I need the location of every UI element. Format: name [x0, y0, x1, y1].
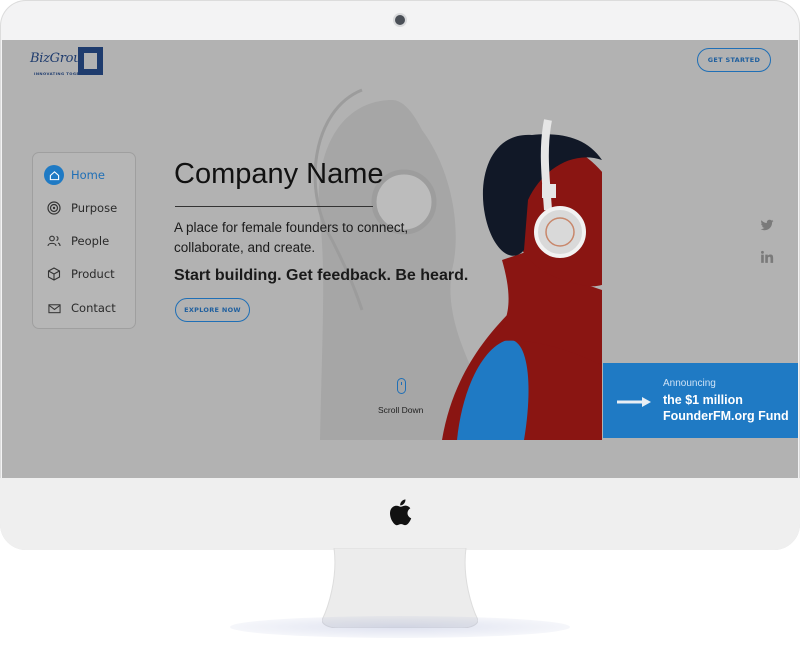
nav-label-contact: Contact — [71, 301, 116, 315]
website-screen: BizGroup INNOVATING TOGETHER GET STARTED — [2, 40, 798, 478]
announcement-headline: the $1 million FounderFM.org Fund — [663, 392, 793, 424]
nav-label-home: Home — [71, 168, 105, 182]
nav-item-product[interactable]: Product — [44, 263, 115, 285]
announcement-line-1: the $1 million — [663, 393, 743, 407]
monitor-frame: BizGroup INNOVATING TOGETHER GET STARTED — [0, 0, 800, 550]
nav-label-purpose: Purpose — [71, 201, 118, 215]
page-title: Company Name — [174, 158, 384, 190]
get-started-button[interactable]: GET STARTED — [697, 48, 771, 72]
nav-item-home[interactable]: Home — [44, 164, 105, 186]
hero-tagline: Start building. Get feedback. Be heard. — [174, 267, 469, 284]
nav-item-contact[interactable]: Contact — [44, 297, 116, 319]
nav-item-purpose[interactable]: Purpose — [44, 197, 117, 219]
brand-logo[interactable]: BizGroup INNOVATING TOGETHER — [30, 46, 106, 80]
sidebar-nav: Home Purpose People Product Contact — [32, 152, 136, 329]
logo-tagline: INNOVATING TOGETHER — [34, 71, 93, 76]
linkedin-icon[interactable] — [760, 250, 774, 264]
mouse-scroll-icon[interactable] — [397, 378, 406, 394]
arrow-right-icon — [617, 397, 651, 407]
nav-label-product: Product — [71, 267, 115, 281]
home-icon — [44, 165, 64, 185]
explore-now-button[interactable]: EXPLORE NOW — [175, 298, 250, 322]
nav-item-people[interactable]: People — [44, 230, 109, 252]
nav-label-people: People — [71, 234, 110, 248]
title-divider — [175, 206, 373, 207]
mail-icon — [44, 298, 64, 318]
people-icon — [44, 231, 64, 251]
stand-shadow — [230, 616, 570, 638]
camera-icon — [395, 15, 405, 25]
apple-logo-icon — [390, 499, 412, 526]
announcement-kicker: Announcing — [663, 378, 716, 389]
announcement-banner[interactable]: Announcing the $1 million FounderFM.org … — [603, 363, 798, 438]
twitter-icon[interactable] — [760, 218, 774, 232]
target-icon — [44, 198, 64, 218]
woman-headphones-illustration — [313, 88, 602, 440]
cube-icon — [44, 264, 64, 284]
announcement-line-2: FounderFM.org Fund — [663, 409, 789, 423]
scroll-down-label[interactable]: Scroll Down — [378, 405, 423, 415]
hero-description: A place for female founders to connect, … — [174, 220, 409, 255]
